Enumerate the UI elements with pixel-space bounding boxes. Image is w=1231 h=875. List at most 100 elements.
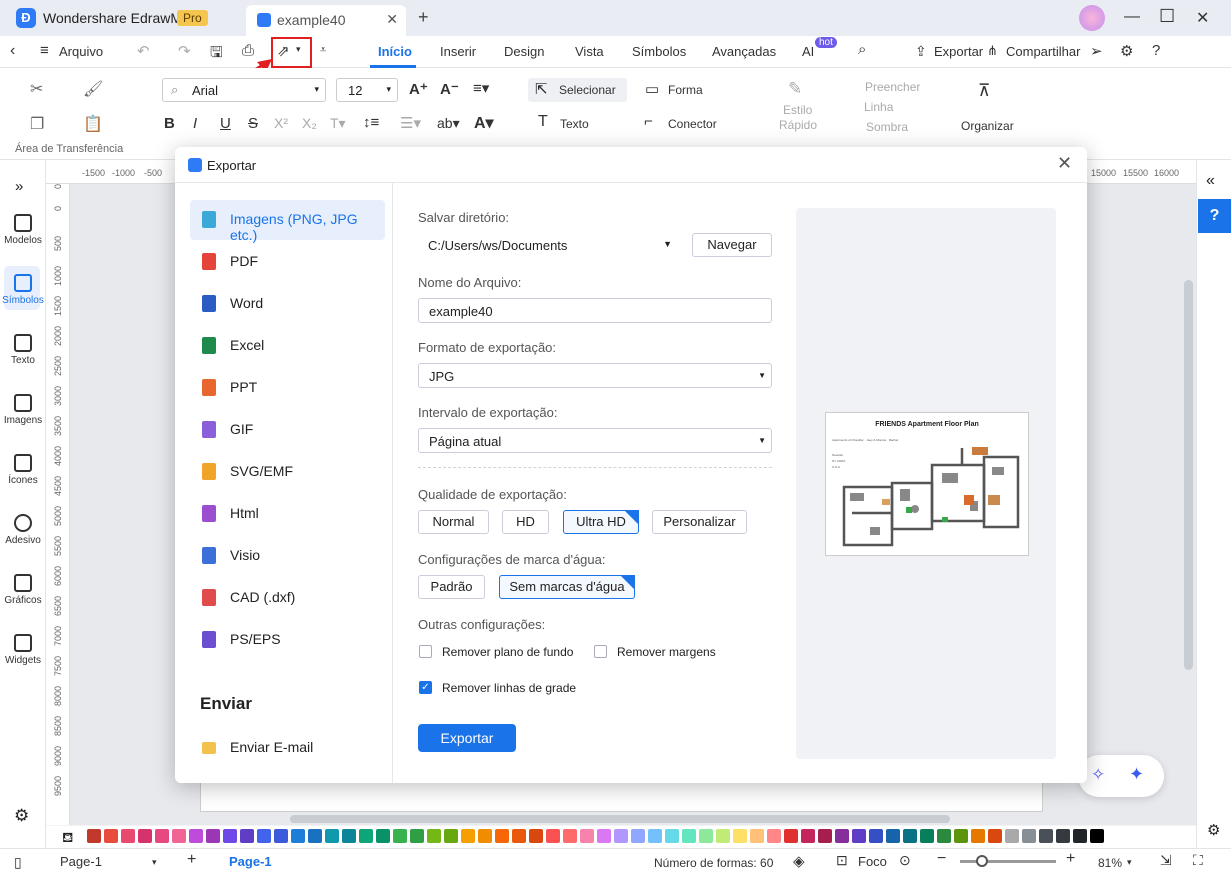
zoom-slider-handle[interactable]: [976, 855, 988, 867]
color-swatch[interactable]: [529, 829, 543, 843]
subscript-icon[interactable]: X₂: [302, 115, 317, 131]
color-swatch[interactable]: [988, 829, 1002, 843]
italic-icon[interactable]: I: [193, 115, 197, 132]
color-swatch[interactable]: [359, 829, 373, 843]
save-dir-select[interactable]: C:/Users/ws/Documents ▼: [418, 233, 676, 258]
format-visio[interactable]: Visio: [190, 536, 385, 576]
settings-icon[interactable]: ⚙: [1120, 42, 1133, 60]
zoom-out-icon[interactable]: −: [937, 850, 946, 868]
horizontal-scrollbar[interactable]: [290, 815, 950, 823]
color-swatch[interactable]: [937, 829, 951, 843]
color-swatch[interactable]: [767, 829, 781, 843]
tab-avancadas[interactable]: Avançadas: [712, 44, 776, 59]
color-swatch[interactable]: [427, 829, 441, 843]
avatar[interactable]: [1079, 5, 1105, 31]
format-ppt[interactable]: PPT: [190, 368, 385, 408]
color-swatch[interactable]: [342, 829, 356, 843]
connector-button[interactable]: Conector: [668, 117, 717, 131]
watermark-default[interactable]: Padrão: [418, 575, 485, 599]
color-swatch[interactable]: [614, 829, 628, 843]
focus-icon[interactable]: ⊡: [836, 852, 848, 869]
share-icon[interactable]: ⋔: [987, 43, 998, 59]
document-tab[interactable]: example40 ✕: [246, 5, 406, 36]
format-select[interactable]: JPG ▼: [418, 363, 772, 388]
layers-icon[interactable]: ◈: [793, 852, 805, 870]
list-icon[interactable]: ☰▾: [400, 114, 421, 132]
tab-inicio[interactable]: Início: [378, 44, 412, 59]
export-top-icon[interactable]: ⇪: [915, 43, 927, 60]
color-swatch[interactable]: [665, 829, 679, 843]
color-swatch[interactable]: [410, 829, 424, 843]
tab-design[interactable]: Design: [504, 44, 544, 59]
color-swatch[interactable]: [835, 829, 849, 843]
format-pdf[interactable]: PDF: [190, 242, 385, 282]
shape-icon[interactable]: ▭: [645, 80, 659, 98]
settings-bottom-icon[interactable]: ⚙: [14, 806, 29, 826]
color-swatch[interactable]: [325, 829, 339, 843]
quick-style-icon[interactable]: ✎: [788, 79, 802, 99]
remove-margins-checkbox[interactable]: [594, 645, 607, 658]
color-swatch[interactable]: [563, 829, 577, 843]
color-swatch[interactable]: [512, 829, 526, 843]
color-swatch[interactable]: [818, 829, 832, 843]
vertical-scrollbar[interactable]: [1184, 280, 1193, 670]
maximize-icon[interactable]: ☐: [1159, 6, 1175, 27]
color-swatch[interactable]: [172, 829, 186, 843]
help-panel-icon[interactable]: ?: [1198, 199, 1231, 233]
arrange-icon[interactable]: ⊼: [978, 81, 990, 101]
color-swatch[interactable]: [461, 829, 475, 843]
help-icon[interactable]: ?: [1152, 42, 1160, 59]
minimize-icon[interactable]: —: [1124, 8, 1140, 26]
quality-custom[interactable]: Personalizar: [652, 510, 747, 534]
quality-ultra-hd[interactable]: Ultra HD: [563, 510, 639, 534]
color-swatch[interactable]: [716, 829, 730, 843]
tab-simbolos[interactable]: Símbolos: [632, 44, 686, 59]
page-tab[interactable]: Page-1: [229, 854, 272, 869]
color-swatch[interactable]: [376, 829, 390, 843]
rail-item-modelos[interactable]: Modelos: [0, 214, 46, 246]
color-swatch[interactable]: [784, 829, 798, 843]
color-swatch[interactable]: [631, 829, 645, 843]
color-swatch[interactable]: [87, 829, 101, 843]
fill-bucket-icon[interactable]: ⛾: [62, 829, 73, 848]
color-swatch[interactable]: [291, 829, 305, 843]
color-swatch[interactable]: [308, 829, 322, 843]
decrease-font-icon[interactable]: A⁻: [440, 80, 459, 98]
color-swatch[interactable]: [1056, 829, 1070, 843]
color-swatch[interactable]: [852, 829, 866, 843]
expand-panel-icon[interactable]: »: [15, 178, 23, 195]
format-gif[interactable]: GIF: [190, 410, 385, 450]
zoom-slider-track[interactable]: [960, 860, 1056, 863]
arrange-button[interactable]: Organizar: [961, 119, 1014, 133]
format-cad[interactable]: CAD (.dxf): [190, 578, 385, 618]
undo-icon[interactable]: ↶: [137, 42, 150, 60]
color-swatch[interactable]: [801, 829, 815, 843]
color-swatch[interactable]: [597, 829, 611, 843]
export-top-button[interactable]: Exportar: [934, 44, 983, 59]
page-select[interactable]: Page-1: [60, 854, 102, 869]
color-swatch[interactable]: [121, 829, 135, 843]
color-swatch[interactable]: [495, 829, 509, 843]
color-swatch[interactable]: [869, 829, 883, 843]
new-tab-icon[interactable]: +: [418, 7, 429, 28]
shadow-button[interactable]: Sombra: [866, 120, 908, 134]
filename-input[interactable]: example40: [418, 298, 772, 323]
color-swatch[interactable]: [206, 829, 220, 843]
text-style-icon[interactable]: ab▾: [437, 115, 460, 132]
line-spacing-icon[interactable]: ↕≡: [363, 114, 379, 131]
color-swatch[interactable]: [1022, 829, 1036, 843]
color-swatch[interactable]: [1090, 829, 1104, 843]
collapse-panel-icon[interactable]: «: [1206, 172, 1215, 190]
redo-icon[interactable]: ↷: [178, 42, 191, 60]
color-swatch[interactable]: [648, 829, 662, 843]
fill-button[interactable]: Preencher: [865, 80, 920, 94]
color-swatch[interactable]: [257, 829, 271, 843]
color-swatch[interactable]: [750, 829, 764, 843]
back-icon[interactable]: ‹: [10, 42, 15, 60]
color-swatch[interactable]: [223, 829, 237, 843]
format-word[interactable]: Word: [190, 284, 385, 324]
hamburger-icon[interactable]: ≡: [40, 42, 49, 59]
color-swatch[interactable]: [1005, 829, 1019, 843]
text-case-icon[interactable]: T▾: [330, 115, 346, 132]
format-pseps[interactable]: PS/EPS: [190, 620, 385, 660]
